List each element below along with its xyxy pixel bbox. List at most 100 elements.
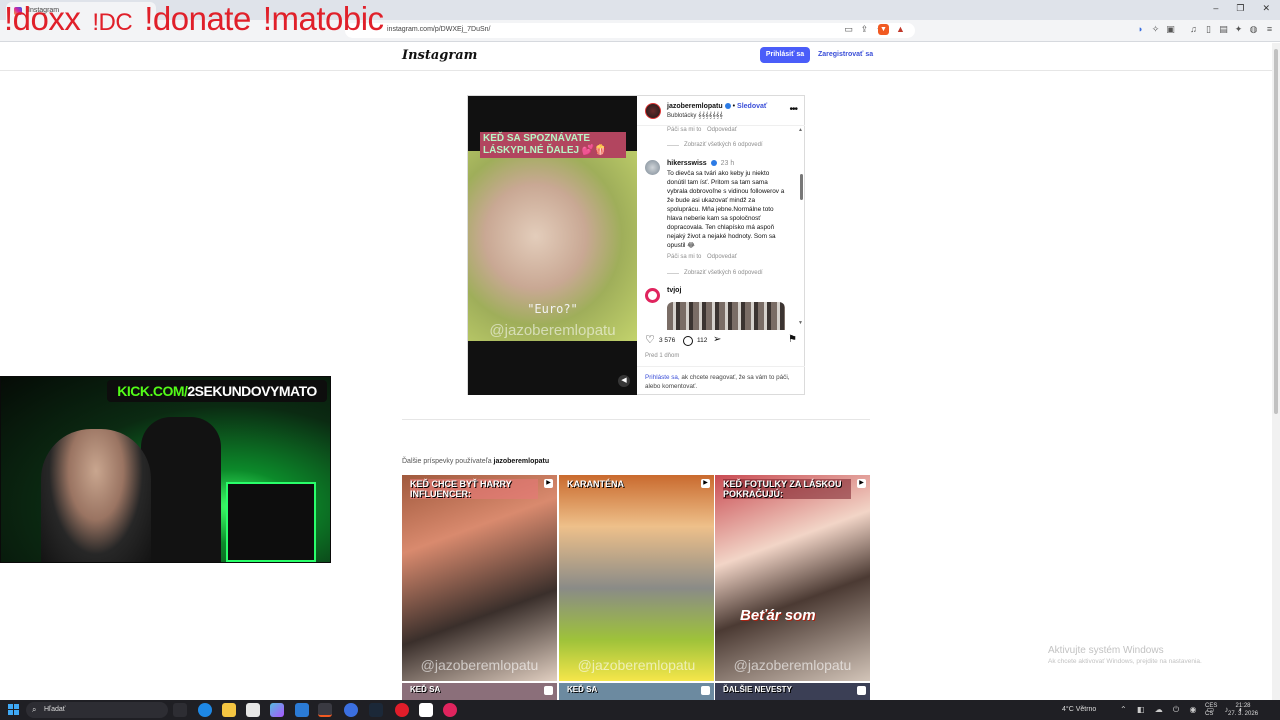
sidebar-icon[interactable]: ▯: [1203, 24, 1214, 35]
speaker-icon[interactable]: ◗: [1135, 24, 1146, 35]
post-video[interactable]: KEĎ SA SPOZNÁVATE LÁSKYPLNÉ ĎALEJ 💕🍿 "Eu…: [468, 96, 637, 395]
comment-icon[interactable]: [683, 336, 693, 346]
close-window-button[interactable]: ✕: [1262, 3, 1270, 14]
page-scroll-thumb[interactable]: [1274, 49, 1278, 414]
mute-icon[interactable]: ◀: [618, 375, 630, 387]
commenter-avatar[interactable]: [645, 160, 660, 175]
edge-icon[interactable]: [198, 703, 212, 717]
scroll-thumb[interactable]: [800, 174, 803, 200]
audio-subtitle[interactable]: Bublotácky 𝄞𝄞𝄞𝄞𝄞𝄞𝄞: [667, 113, 723, 120]
wallet-icon[interactable]: ▤: [1218, 24, 1229, 35]
brave-taskbar-icon[interactable]: [318, 703, 332, 717]
view-replies-link[interactable]: Zobraziť všetkých 6 odpovedí: [684, 270, 763, 276]
cmd-donate: !donate: [144, 0, 251, 37]
like-icon[interactable]: ♡: [645, 333, 655, 346]
maximize-button[interactable]: ❐: [1236, 3, 1244, 14]
windows-activation-watermark: Aktivujte systém Windows Ak chcete aktiv…: [1048, 645, 1202, 665]
register-link[interactable]: Zaregistrovať sa: [818, 47, 873, 63]
menu-icon[interactable]: ≡: [1264, 24, 1275, 35]
instagram-logo[interactable]: Instagram: [402, 48, 477, 63]
post-thumbnail[interactable]: KEĎ FOTULKY ZA LÁSKOU POKRAČUJÚ: ▶ Beťár…: [715, 475, 870, 681]
rewards-icon[interactable]: ▲: [895, 24, 906, 35]
screenshot-icon[interactable]: ▣: [1165, 24, 1176, 35]
recording-icon[interactable]: [443, 703, 457, 717]
system-clock[interactable]: 21:28 27. 3. 2026: [1228, 702, 1258, 718]
post-thumbnail[interactable]: ĎALŠIE NEVESTY: [715, 683, 870, 701]
comment-like-link[interactable]: Páči sa mi to: [667, 254, 701, 260]
task-view-icon[interactable]: [173, 703, 187, 717]
kick-domain: KICK.COM/: [117, 383, 188, 399]
language-indicator[interactable]: CES CS: [1205, 702, 1217, 718]
windows-taskbar: ⌕ Hľadať 4°C Větrno ⌃ ◧ ☁ ⏻ ◉ ▭ ♪ ◐ CES …: [0, 700, 1280, 720]
thumbnail-watermark: @jazoberemlopatu: [733, 657, 852, 673]
stream-command-overlay: !doxx !DC !donate !matobic: [4, 0, 396, 38]
music-icon[interactable]: ♫: [1188, 24, 1199, 35]
copilot-icon[interactable]: [270, 703, 284, 717]
scroll-down-icon[interactable]: ▼: [798, 320, 803, 326]
follow-link[interactable]: Sledovať: [737, 103, 767, 110]
gaming-chair: [141, 417, 221, 562]
store-icon[interactable]: [246, 703, 260, 717]
clock-date: 27. 3. 2026: [1228, 711, 1259, 717]
share-icon[interactable]: ➢: [713, 334, 721, 345]
verified-icon: [710, 160, 717, 167]
extensions-icon[interactable]: ✧: [1150, 24, 1161, 35]
commenter-name[interactable]: tvjoj: [667, 287, 681, 294]
commenter-name[interactable]: hikersswiss: [667, 160, 707, 167]
taskbar-search[interactable]: ⌕ Hľadať: [26, 702, 168, 718]
comments-count: 112: [697, 337, 708, 344]
reel-icon: ▶: [857, 479, 866, 488]
bookmark-icon[interactable]: ⚑: [788, 334, 797, 345]
post-thumbnail[interactable]: KEĎ SA: [402, 683, 557, 701]
vpn-icon[interactable]: ◍: [1248, 24, 1259, 35]
post-thumbnail[interactable]: KEĎ SA: [559, 683, 714, 701]
comment-reply-link[interactable]: Odpovedať: [707, 127, 737, 133]
thumbnail-caption: KARANTÉNA: [567, 479, 624, 489]
app-icon[interactable]: [344, 703, 358, 717]
more-posts-user[interactable]: jazoberemlopatu: [494, 458, 550, 465]
activation-subtitle: Ak chcete aktivovať Windows, prejdite na…: [1048, 658, 1202, 665]
reel-icon: ▶: [544, 479, 553, 488]
brave-shield-icon[interactable]: ▼: [878, 24, 889, 35]
author-line: jazoberemlopatu • Sledovať: [667, 103, 767, 110]
weather-widget[interactable]: 4°C Větrno: [1062, 706, 1096, 713]
reel-icon: [857, 686, 866, 695]
login-button[interactable]: Prihlásiť sa: [760, 47, 810, 63]
kick-banner: KICK.COM/2SEKUNDOVYMATO: [107, 380, 327, 402]
login-prompt-link[interactable]: Prihláste sa,: [645, 374, 680, 381]
bookmark-icon[interactable]: ▭: [843, 24, 854, 35]
mail-icon[interactable]: [295, 703, 309, 717]
opera-icon[interactable]: [395, 703, 409, 717]
post-thumbnail[interactable]: KARANTÉNA ▶ @jazoberemlopatu: [559, 475, 714, 681]
video-watermark: @jazoberemlopatu: [489, 322, 616, 339]
windows-start-icon[interactable]: [8, 704, 20, 716]
commenter-avatar[interactable]: [645, 288, 660, 303]
address-bar[interactable]: instagram.com/p/DWXEj_7DuSn/: [345, 23, 915, 38]
comment-image[interactable]: [667, 302, 785, 330]
cmd-matobic: !matobic: [262, 0, 384, 37]
more-posts-prefix: Ďalšie príspevky používateľa: [402, 458, 494, 465]
share-icon[interactable]: ⇪: [859, 24, 870, 35]
more-options-icon[interactable]: •••: [789, 104, 797, 115]
post-thumbnail[interactable]: KEĎ CHCE BYŤ HARRY INFLUENCER: ▶ @jazobe…: [402, 475, 557, 681]
file-explorer-icon[interactable]: [222, 703, 236, 717]
section-divider: [402, 419, 870, 420]
thumbnail-watermark: @jazoberemlopatu: [420, 657, 539, 673]
minimize-button[interactable]: –: [1213, 3, 1218, 14]
post-card: KEĎ SA SPOZNÁVATE LÁSKYPLNÉ ĎALEJ 💕🍿 "Eu…: [467, 95, 805, 395]
page-scrollbar[interactable]: [1272, 43, 1280, 700]
login-prompt: Prihláste sa, ak chcete reagovať, že sa …: [637, 366, 805, 395]
view-replies-link[interactable]: Zobraziť všetkých 6 odpovedí: [684, 142, 763, 148]
thumbnail-caption: KEĎ SA: [410, 685, 441, 694]
steam-icon[interactable]: [369, 703, 383, 717]
scroll-up-icon[interactable]: ▲: [798, 127, 803, 133]
comment-reply-link[interactable]: Odpovedať: [707, 254, 737, 260]
author-username[interactable]: jazoberemlopatu: [667, 103, 723, 110]
leo-icon[interactable]: ✦: [1233, 24, 1244, 35]
obs-icon[interactable]: [419, 703, 433, 717]
comments-scrollbar[interactable]: ▲ ▼: [798, 127, 803, 326]
comment-like-link[interactable]: Páči sa mi to: [667, 127, 701, 133]
author-avatar[interactable]: [645, 103, 661, 119]
webcam-overlay: KICK.COM/2SEKUNDOVYMATO: [0, 376, 331, 563]
comments-list[interactable]: Páči sa mi to Odpovedať Zobraziť všetkýc…: [637, 126, 805, 330]
